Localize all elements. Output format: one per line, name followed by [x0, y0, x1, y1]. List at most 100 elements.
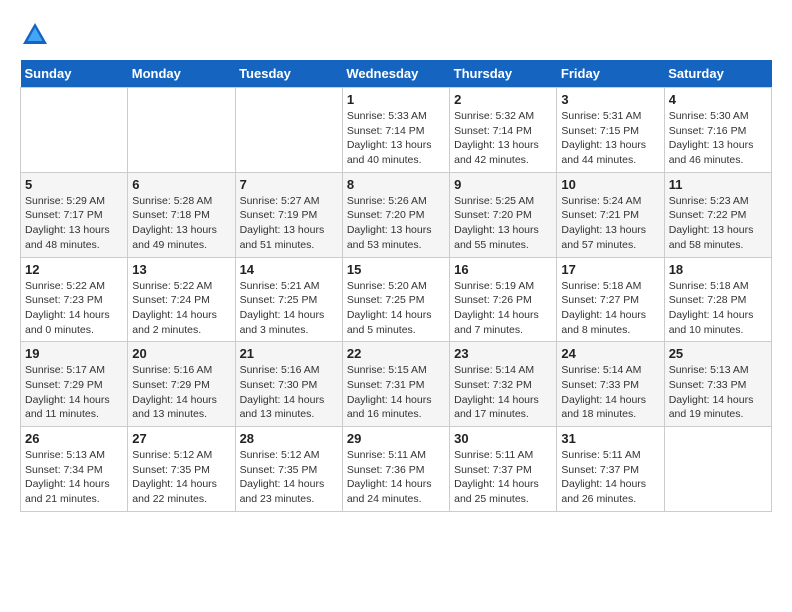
day-number: 12 [25, 262, 123, 277]
day-number: 24 [561, 346, 659, 361]
day-info: Sunrise: 5:29 AM Sunset: 7:17 PM Dayligh… [25, 194, 123, 253]
calendar-cell: 15 Sunrise: 5:20 AM Sunset: 7:25 PM Dayli… [342, 257, 449, 342]
column-header-monday: Monday [128, 60, 235, 88]
day-info: Sunrise: 5:16 AM Sunset: 7:29 PM Dayligh… [132, 363, 230, 422]
calendar-cell: 3 Sunrise: 5:31 AM Sunset: 7:15 PM Daylig… [557, 88, 664, 173]
day-info: Sunrise: 5:13 AM Sunset: 7:33 PM Dayligh… [669, 363, 767, 422]
calendar-cell: 13 Sunrise: 5:22 AM Sunset: 7:24 PM Dayli… [128, 257, 235, 342]
logo-icon [20, 20, 50, 50]
day-number: 25 [669, 346, 767, 361]
calendar-cell: 21 Sunrise: 5:16 AM Sunset: 7:30 PM Dayli… [235, 342, 342, 427]
calendar-cell: 10 Sunrise: 5:24 AM Sunset: 7:21 PM Dayli… [557, 172, 664, 257]
day-number: 19 [25, 346, 123, 361]
calendar-week-row: 12 Sunrise: 5:22 AM Sunset: 7:23 PM Dayli… [21, 257, 772, 342]
day-info: Sunrise: 5:12 AM Sunset: 7:35 PM Dayligh… [240, 448, 338, 507]
day-number: 22 [347, 346, 445, 361]
calendar-cell: 8Sunrise: 5:26 AM Sunset: 7:20 PM Daylig… [342, 172, 449, 257]
day-number: 4 [669, 92, 767, 107]
day-info: Sunrise: 5:11 AM Sunset: 7:37 PM Dayligh… [561, 448, 659, 507]
day-number: 7 [240, 177, 338, 192]
day-number: 27 [132, 431, 230, 446]
column-header-friday: Friday [557, 60, 664, 88]
calendar-cell [21, 88, 128, 173]
calendar-cell: 16Sunrise: 5:19 AM Sunset: 7:26 PM Dayli… [450, 257, 557, 342]
day-number: 1 [347, 92, 445, 107]
day-info: Sunrise: 5:22 AM Sunset: 7:23 PM Dayligh… [25, 279, 123, 338]
day-number: 30 [454, 431, 552, 446]
day-info: Sunrise: 5:33 AM Sunset: 7:14 PM Dayligh… [347, 109, 445, 168]
day-number: 15 [347, 262, 445, 277]
day-number: 14 [240, 262, 338, 277]
day-info: Sunrise: 5:16 AM Sunset: 7:30 PM Dayligh… [240, 363, 338, 422]
calendar-cell: 14Sunrise: 5:21 AM Sunset: 7:25 PM Dayli… [235, 257, 342, 342]
column-header-wednesday: Wednesday [342, 60, 449, 88]
day-number: 9 [454, 177, 552, 192]
calendar-table: SundayMondayTuesdayWednesdayThursdayFrid… [20, 60, 772, 512]
calendar-cell [128, 88, 235, 173]
calendar-cell [664, 427, 771, 512]
day-info: Sunrise: 5:12 AM Sunset: 7:35 PM Dayligh… [132, 448, 230, 507]
calendar-cell: 5 Sunrise: 5:29 AM Sunset: 7:17 PM Daylig… [21, 172, 128, 257]
calendar-cell [235, 88, 342, 173]
day-info: Sunrise: 5:14 AM Sunset: 7:33 PM Dayligh… [561, 363, 659, 422]
day-info: Sunrise: 5:14 AM Sunset: 7:32 PM Dayligh… [454, 363, 552, 422]
calendar-cell: 17 Sunrise: 5:18 AM Sunset: 7:27 PM Dayli… [557, 257, 664, 342]
day-number: 31 [561, 431, 659, 446]
calendar-week-row: 5 Sunrise: 5:29 AM Sunset: 7:17 PM Daylig… [21, 172, 772, 257]
day-info: Sunrise: 5:15 AM Sunset: 7:31 PM Dayligh… [347, 363, 445, 422]
day-number: 2 [454, 92, 552, 107]
column-header-thursday: Thursday [450, 60, 557, 88]
calendar-cell: 22 Sunrise: 5:15 AM Sunset: 7:31 PM Dayli… [342, 342, 449, 427]
column-header-saturday: Saturday [664, 60, 771, 88]
day-info: Sunrise: 5:25 AM Sunset: 7:20 PM Dayligh… [454, 194, 552, 253]
calendar-week-row: 26 Sunrise: 5:13 AM Sunset: 7:34 PM Dayli… [21, 427, 772, 512]
day-number: 28 [240, 431, 338, 446]
day-number: 13 [132, 262, 230, 277]
day-number: 10 [561, 177, 659, 192]
calendar-cell: 12 Sunrise: 5:22 AM Sunset: 7:23 PM Dayli… [21, 257, 128, 342]
day-info: Sunrise: 5:11 AM Sunset: 7:36 PM Dayligh… [347, 448, 445, 507]
day-number: 29 [347, 431, 445, 446]
day-number: 5 [25, 177, 123, 192]
logo [20, 20, 54, 50]
calendar-cell: 29 Sunrise: 5:11 AM Sunset: 7:36 PM Dayli… [342, 427, 449, 512]
calendar-cell: 7 Sunrise: 5:27 AM Sunset: 7:19 PM Daylig… [235, 172, 342, 257]
day-number: 18 [669, 262, 767, 277]
column-header-tuesday: Tuesday [235, 60, 342, 88]
day-info: Sunrise: 5:13 AM Sunset: 7:34 PM Dayligh… [25, 448, 123, 507]
day-number: 26 [25, 431, 123, 446]
calendar-cell: 28 Sunrise: 5:12 AM Sunset: 7:35 PM Dayli… [235, 427, 342, 512]
day-number: 23 [454, 346, 552, 361]
day-info: Sunrise: 5:27 AM Sunset: 7:19 PM Dayligh… [240, 194, 338, 253]
calendar-cell: 23 Sunrise: 5:14 AM Sunset: 7:32 PM Dayli… [450, 342, 557, 427]
day-info: Sunrise: 5:17 AM Sunset: 7:29 PM Dayligh… [25, 363, 123, 422]
day-number: 6 [132, 177, 230, 192]
day-info: Sunrise: 5:20 AM Sunset: 7:25 PM Dayligh… [347, 279, 445, 338]
calendar-cell: 6Sunrise: 5:28 AM Sunset: 7:18 PM Daylig… [128, 172, 235, 257]
day-info: Sunrise: 5:26 AM Sunset: 7:20 PM Dayligh… [347, 194, 445, 253]
calendar-cell: 2Sunrise: 5:32 AM Sunset: 7:14 PM Daylig… [450, 88, 557, 173]
calendar-header-row: SundayMondayTuesdayWednesdayThursdayFrid… [21, 60, 772, 88]
day-number: 3 [561, 92, 659, 107]
calendar-cell: 18Sunrise: 5:18 AM Sunset: 7:28 PM Dayli… [664, 257, 771, 342]
calendar-cell: 19 Sunrise: 5:17 AM Sunset: 7:29 PM Dayli… [21, 342, 128, 427]
day-info: Sunrise: 5:30 AM Sunset: 7:16 PM Dayligh… [669, 109, 767, 168]
calendar-cell: 9 Sunrise: 5:25 AM Sunset: 7:20 PM Daylig… [450, 172, 557, 257]
day-number: 11 [669, 177, 767, 192]
day-info: Sunrise: 5:31 AM Sunset: 7:15 PM Dayligh… [561, 109, 659, 168]
calendar-cell: 4 Sunrise: 5:30 AM Sunset: 7:16 PM Daylig… [664, 88, 771, 173]
day-info: Sunrise: 5:18 AM Sunset: 7:27 PM Dayligh… [561, 279, 659, 338]
day-info: Sunrise: 5:23 AM Sunset: 7:22 PM Dayligh… [669, 194, 767, 253]
day-number: 21 [240, 346, 338, 361]
day-number: 16 [454, 262, 552, 277]
calendar-cell: 26 Sunrise: 5:13 AM Sunset: 7:34 PM Dayli… [21, 427, 128, 512]
calendar-cell: 30 Sunrise: 5:11 AM Sunset: 7:37 PM Dayli… [450, 427, 557, 512]
calendar-week-row: 1 Sunrise: 5:33 AM Sunset: 7:14 PM Daylig… [21, 88, 772, 173]
calendar-cell: 27 Sunrise: 5:12 AM Sunset: 7:35 PM Dayli… [128, 427, 235, 512]
day-info: Sunrise: 5:24 AM Sunset: 7:21 PM Dayligh… [561, 194, 659, 253]
day-number: 17 [561, 262, 659, 277]
calendar-week-row: 19 Sunrise: 5:17 AM Sunset: 7:29 PM Dayli… [21, 342, 772, 427]
day-info: Sunrise: 5:11 AM Sunset: 7:37 PM Dayligh… [454, 448, 552, 507]
calendar-cell: 1 Sunrise: 5:33 AM Sunset: 7:14 PM Daylig… [342, 88, 449, 173]
day-info: Sunrise: 5:22 AM Sunset: 7:24 PM Dayligh… [132, 279, 230, 338]
